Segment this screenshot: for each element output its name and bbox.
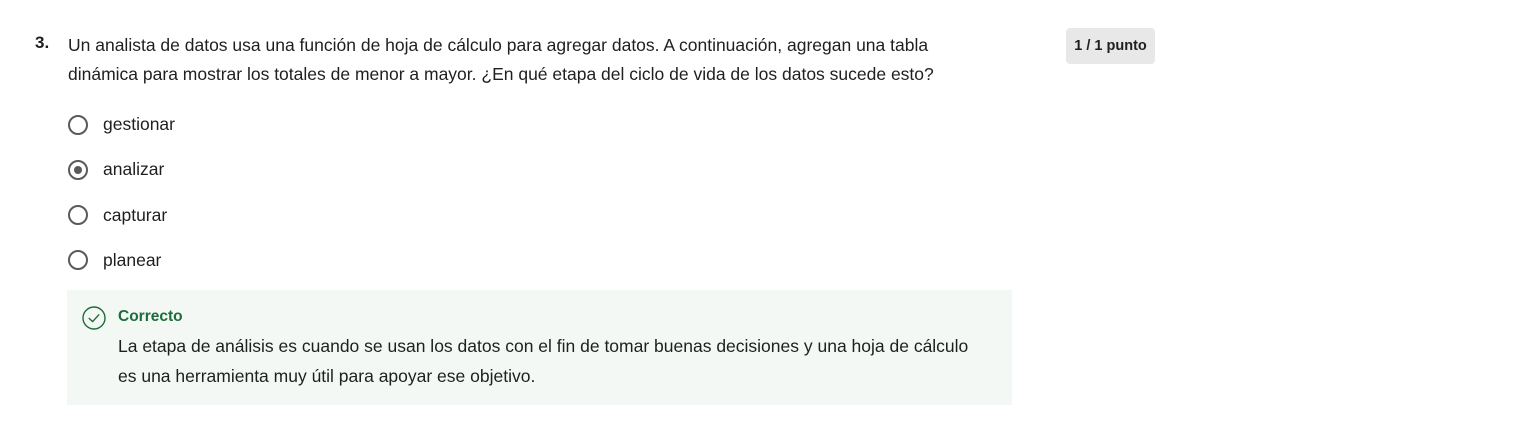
radio-button-selected[interactable] [68,159,88,180]
option-label: capturar [103,204,168,225]
radio-button[interactable] [68,250,88,271]
radio-button[interactable] [68,114,88,135]
radio-button[interactable] [68,205,88,226]
feedback-status: Correcto [118,308,183,325]
question-number: 3. [35,33,50,52]
option-planear[interactable]: planear [66,243,175,278]
option-label: planear [103,249,162,270]
option-label: gestionar [103,114,175,134]
option-capturar[interactable]: capturar [66,198,175,233]
answer-options: gestionar analizar capturar planear [66,107,175,288]
check-circle-icon [82,306,106,330]
option-label: analizar [103,159,165,180]
option-gestionar[interactable]: gestionar [66,107,175,142]
feedback-text: La etapa de análisis es cuando se usan l… [118,336,969,386]
question-text: Un analista de datos usa una función de … [68,35,934,84]
feedback-panel: Correcto La etapa de análisis es cuando … [67,290,1012,405]
option-analizar[interactable]: analizar [66,152,175,187]
quiz-question: 3. Un analista de datos usa una función … [0,0,1537,422]
score-badge: 1 / 1 punto [1066,28,1155,64]
